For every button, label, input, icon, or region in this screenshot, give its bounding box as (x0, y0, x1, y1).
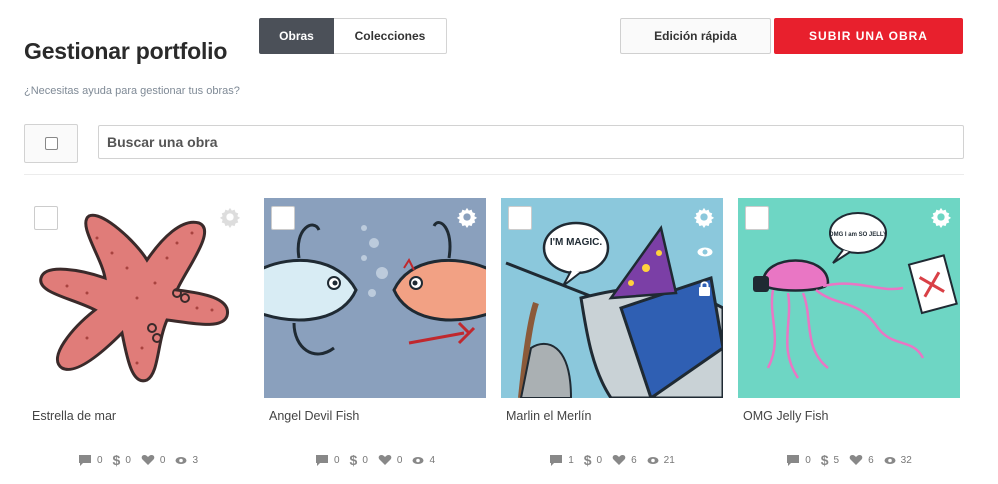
comments-count: 0 (333, 454, 340, 466)
work-select-checkbox[interactable] (745, 206, 769, 230)
gear-icon[interactable] (219, 206, 241, 228)
speech-bubble-text: OMG I am SO JELLY (829, 232, 887, 238)
work-title[interactable]: Angel Devil Fish (269, 409, 359, 423)
tab-colecciones[interactable]: Colecciones (334, 18, 447, 54)
likes-count: 0 (396, 454, 403, 466)
work-title[interactable]: OMG Jelly Fish (743, 409, 828, 423)
work-thumbnail[interactable]: I'M MAGIC. (501, 198, 723, 398)
eye-icon (884, 456, 896, 464)
sales-count: 0 (125, 454, 131, 466)
sales-stat: $ 0 (113, 452, 131, 468)
comment-icon (78, 455, 91, 466)
dollar-icon: $ (112, 452, 121, 468)
speech-bubble-text: I'M MAGIC. (550, 237, 603, 248)
quick-edit-button[interactable]: Edición rápida (620, 18, 771, 54)
views-stat: 21 (647, 452, 675, 468)
likes-count: 6 (868, 454, 874, 466)
gear-icon[interactable] (930, 206, 952, 228)
views-count: 4 (429, 454, 436, 466)
views-count: 32 (900, 454, 912, 466)
checkbox-box (44, 137, 58, 150)
work-stats: 0 $ 5 6 32 (738, 452, 960, 468)
comments-stat: 0 (315, 452, 340, 468)
work-thumbnail[interactable] (27, 198, 249, 398)
heart-icon (141, 455, 155, 465)
starfish-image (27, 198, 249, 398)
work-card[interactable]: I'M MAGIC. Marlin el Merlín 1 $ 0 6 21 (501, 198, 723, 468)
likes-stat: 6 (612, 452, 637, 468)
work-select-checkbox[interactable] (34, 206, 58, 230)
work-thumbnail[interactable] (264, 198, 486, 398)
eye-icon (412, 456, 424, 464)
views-stat: 3 (175, 452, 198, 468)
work-select-checkbox[interactable] (271, 206, 295, 230)
work-stats: 0 $ 0 0 4 (264, 452, 486, 468)
views-stat: 4 (412, 452, 435, 468)
wizard-marlin-image: I'M MAGIC. (501, 198, 723, 398)
views-count: 21 (663, 454, 675, 466)
work-card[interactable]: OMG I am SO JELLY OMG Jelly Fish 0 $ 5 6… (738, 198, 960, 468)
search-input[interactable] (98, 125, 964, 159)
work-title[interactable]: Marlin el Merlín (506, 409, 591, 423)
sales-stat: $ 0 (350, 452, 368, 468)
jellyfish-image: OMG I am SO JELLY (738, 198, 960, 398)
likes-count: 6 (631, 454, 637, 466)
work-thumbnail[interactable]: OMG I am SO JELLY (738, 198, 960, 398)
comments-stat: 1 (549, 452, 574, 468)
heart-icon (849, 455, 863, 465)
gear-icon[interactable] (456, 206, 478, 228)
comments-count: 1 (568, 454, 574, 466)
likes-stat: 0 (141, 452, 166, 468)
sales-count: 0 (596, 454, 603, 466)
heart-icon (612, 455, 626, 465)
view-tabs: Obras Colecciones (259, 18, 447, 54)
gear-icon[interactable] (693, 206, 715, 228)
comments-count: 0 (805, 454, 811, 466)
comments-stat: 0 (786, 452, 811, 468)
sales-stat: $ 0 (584, 452, 602, 468)
sales-stat: $ 5 (821, 452, 839, 468)
work-select-checkbox[interactable] (508, 206, 532, 230)
lock-icon[interactable] (698, 281, 711, 296)
comment-icon (787, 455, 800, 466)
comments-count: 0 (96, 454, 103, 466)
dollar-icon: $ (349, 452, 358, 468)
comment-icon (550, 455, 563, 466)
angel-devil-fish-image (264, 198, 486, 398)
comments-stat: 0 (78, 452, 103, 468)
visibility-eye-icon[interactable] (697, 246, 713, 258)
work-card[interactable]: Estrella de mar 0 $ 0 0 3 (27, 198, 249, 468)
likes-count: 0 (159, 454, 166, 466)
dollar-icon: $ (820, 452, 829, 468)
select-all-checkbox[interactable] (24, 124, 78, 163)
work-card[interactable]: Angel Devil Fish 0 $ 0 0 4 (264, 198, 486, 468)
views-count: 3 (192, 454, 199, 466)
work-stats: 0 $ 0 0 3 (27, 452, 249, 468)
work-title[interactable]: Estrella de mar (32, 409, 116, 423)
help-link[interactable]: ¿Necesitas ayuda para gestionar tus obra… (24, 85, 240, 97)
dollar-icon: $ (583, 452, 592, 468)
likes-stat: 6 (849, 452, 874, 468)
sales-count: 0 (362, 454, 368, 466)
tab-obras[interactable]: Obras (259, 18, 334, 54)
views-stat: 32 (884, 452, 912, 468)
sales-count: 5 (833, 454, 840, 466)
heart-icon (378, 455, 392, 465)
likes-stat: 0 (378, 452, 403, 468)
divider (24, 174, 964, 175)
work-stats: 1 $ 0 6 21 (501, 452, 723, 468)
eye-icon (175, 456, 187, 464)
eye-icon (647, 456, 659, 464)
upload-work-button[interactable]: SUBIR UNA OBRA (774, 18, 963, 54)
page-title: Gestionar portfolio (24, 38, 228, 64)
comment-icon (315, 455, 328, 466)
